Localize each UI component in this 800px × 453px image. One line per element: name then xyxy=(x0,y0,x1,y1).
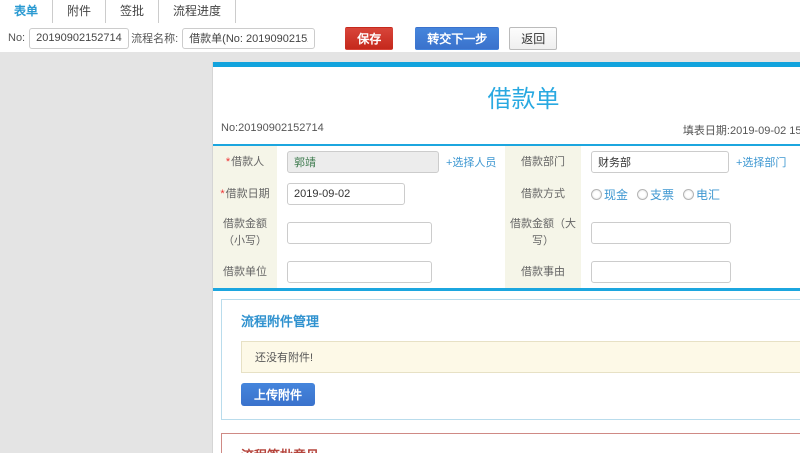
action-toolbar: No: 流程名称: 保存 转交下一步 返回 xyxy=(0,23,800,53)
form-no-text: No:20190902152714 xyxy=(221,122,324,134)
attachment-section-title: 流程附件管理 xyxy=(241,314,320,329)
borrower-field-cell: +选择人员 xyxy=(277,146,505,178)
loan-unit-field-cell xyxy=(277,256,505,288)
no-input[interactable] xyxy=(29,27,130,49)
amount-upper-field-cell xyxy=(581,210,800,256)
tab-approval[interactable]: 签批 xyxy=(106,0,160,23)
loan-method-field-cell: 现金 支票 电汇 xyxy=(581,178,800,210)
approval-section-title: 流程签批意见 xyxy=(241,445,800,453)
select-person-link[interactable]: +选择人员 xyxy=(446,154,496,170)
back-button[interactable]: 返回 xyxy=(509,26,558,50)
loan-date-label: *借款日期 xyxy=(213,178,277,210)
loan-method-radio-group: 现金 支票 电汇 xyxy=(591,186,720,203)
no-label: No: xyxy=(8,32,26,44)
divider-line-bottom xyxy=(213,288,800,291)
attachment-section: 流程附件管理 还没有附件! 上传附件 xyxy=(221,299,800,420)
loan-form-panel: 借款单 No:20190902152714 填表日期:2019-09-02 15… xyxy=(212,62,800,453)
loan-unit-input[interactable] xyxy=(287,261,432,283)
upload-attachment-button[interactable]: 上传附件 xyxy=(241,383,316,406)
loan-reason-label: 借款事由 xyxy=(505,256,581,288)
loan-date-field-cell xyxy=(277,178,505,210)
department-field-cell: +选择部门 xyxy=(581,146,800,178)
radio-cheque[interactable]: 支票 xyxy=(637,186,674,203)
no-attachment-alert: 还没有附件! xyxy=(241,341,800,373)
forward-next-step-button[interactable]: 转交下一步 xyxy=(415,26,500,50)
tab-attachment[interactable]: 附件 xyxy=(53,0,107,23)
radio-icon xyxy=(591,188,602,200)
form-title: 借款单 xyxy=(487,86,560,113)
amount-lower-label: 借款金额（小写） xyxy=(213,210,277,256)
radio-wire-transfer[interactable]: 电汇 xyxy=(683,186,720,203)
amount-upper-input[interactable] xyxy=(591,222,731,244)
page-background: 借款单 No:20190902152714 填表日期:2019-09-02 15… xyxy=(0,52,800,453)
form-meta-row: No:20190902152714 填表日期:2019-09-02 15:27:… xyxy=(213,118,800,144)
loan-date-input[interactable] xyxy=(287,183,405,205)
radio-icon xyxy=(683,188,695,200)
tab-process-progress[interactable]: 流程进度 xyxy=(159,0,237,23)
process-name-input[interactable] xyxy=(182,27,316,49)
loan-reason-input[interactable] xyxy=(591,261,731,283)
radio-icon xyxy=(637,188,649,200)
borrower-input[interactable] xyxy=(287,151,439,173)
borrower-label: *借款人 xyxy=(213,146,277,178)
loan-method-label: 借款方式 xyxy=(505,178,581,210)
save-button[interactable]: 保存 xyxy=(345,26,394,50)
required-mark: * xyxy=(225,155,231,168)
loan-unit-label: 借款单位 xyxy=(213,256,277,288)
select-department-link[interactable]: +选择部门 xyxy=(736,154,786,170)
department-input[interactable] xyxy=(591,151,729,173)
tab-bar: 表单 附件 签批 流程进度 xyxy=(0,0,800,23)
process-name-label: 流程名称: xyxy=(131,33,179,45)
loan-reason-field-cell xyxy=(581,256,800,288)
amount-lower-input[interactable] xyxy=(287,222,432,244)
tab-form[interactable]: 表单 xyxy=(0,0,54,23)
required-mark: * xyxy=(220,187,225,200)
department-label: 借款部门 xyxy=(505,146,581,178)
loan-form-grid: *借款人 +选择人员 借款部门 +选择部门 *借款日期 借款方式 xyxy=(213,146,800,288)
radio-cash[interactable]: 现金 xyxy=(591,186,628,203)
form-date-text: 填表日期:2019-09-02 15:27:1 xyxy=(682,125,800,137)
amount-upper-label: 借款金额（大写） xyxy=(505,210,581,256)
top-header: 表单 附件 签批 流程进度 No: 流程名称: 保存 转交下一步 返回 xyxy=(0,0,800,54)
amount-lower-field-cell xyxy=(277,210,505,256)
approval-section: 流程签批意见 B I abc xyxy=(221,433,800,453)
